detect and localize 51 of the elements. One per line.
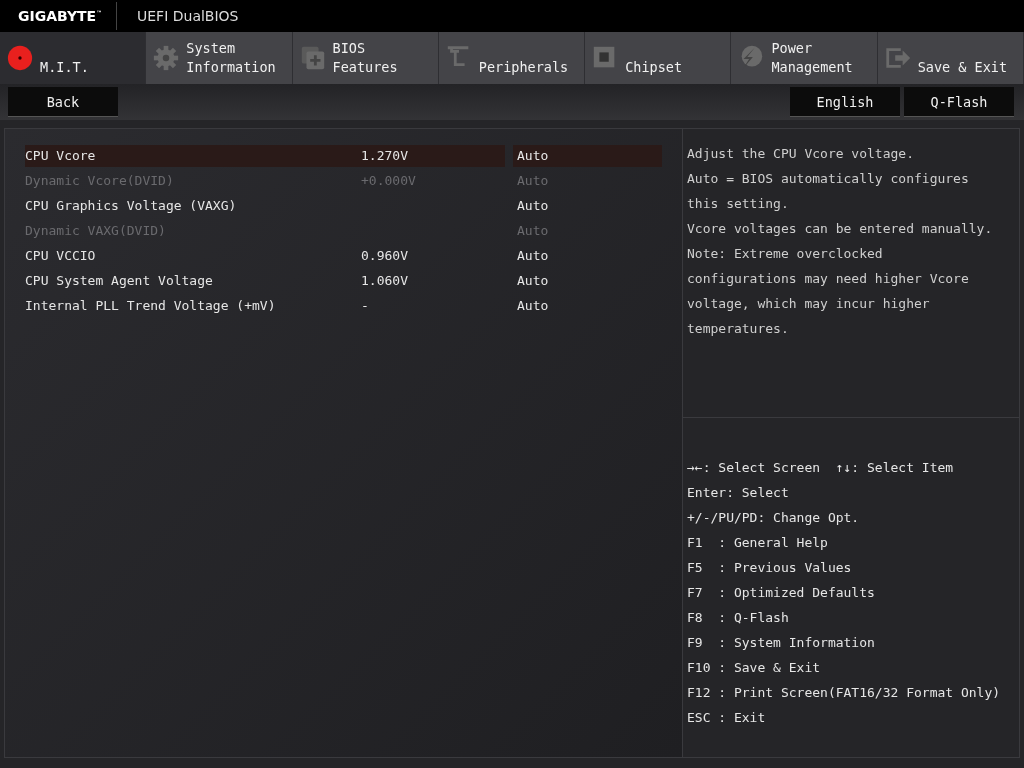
menu-tab[interactable]: Chipset bbox=[585, 32, 732, 84]
bios-title: UEFI DualBIOS bbox=[137, 8, 239, 24]
gear-icon bbox=[152, 44, 181, 72]
setting-name: Dynamic VAXG(DVID) bbox=[25, 223, 167, 238]
language-button[interactable]: English bbox=[790, 87, 900, 117]
option-field[interactable]: Auto bbox=[513, 269, 662, 292]
help-text: Vcore voltages can be entered manually. bbox=[687, 220, 994, 238]
key-hint: +/-/PU/PD: Change Opt. bbox=[687, 509, 861, 527]
key-hint: →←: Select Screen ↑↓: Select Item bbox=[687, 459, 955, 477]
key-hint: Enter: Select bbox=[687, 484, 790, 502]
setting-value: 1.270V bbox=[361, 148, 409, 163]
menu-tab[interactable]: Peripherals bbox=[438, 32, 586, 84]
menu-tab[interactable]: Power Management bbox=[731, 32, 878, 84]
menu-tab[interactable]: M.I.T. bbox=[0, 32, 147, 84]
menu-tab[interactable]: Save & Exit bbox=[877, 32, 1024, 84]
setting-value: +0.000V bbox=[361, 173, 417, 188]
key-hint: F8 : Q-Flash bbox=[687, 609, 790, 627]
setting-name: Dynamic Vcore(DVID) bbox=[25, 173, 175, 188]
setting-row[interactable]: CPU System Agent Voltage 1.060V bbox=[25, 269, 505, 292]
setting-name: Internal PLL Trend Voltage (+mV) bbox=[25, 298, 277, 313]
menu-tab[interactable]: BIOS Features bbox=[292, 32, 439, 84]
back-button[interactable]: Back bbox=[8, 87, 118, 117]
option-field[interactable]: Auto bbox=[513, 294, 662, 317]
key-hint: F9 : System Information bbox=[687, 634, 876, 652]
help-text: Note: Extreme overclocked configurations may need higher Vcore voltage, which may incur higher temperatures. bbox=[687, 245, 970, 338]
option-field[interactable]: Auto bbox=[513, 244, 662, 267]
key-hint: F7 : Optimized Defaults bbox=[687, 584, 876, 602]
setting-name: CPU System Agent Voltage bbox=[25, 273, 214, 288]
setting-value: - bbox=[361, 298, 370, 313]
brand-logo: GIGABYTE$^{™}$ bbox=[18, 8, 104, 24]
key-hint: ESC : Exit bbox=[687, 709, 767, 727]
key-hint: F5 : Previous Values bbox=[687, 559, 853, 577]
setting-name: CPU Graphics Voltage (VAXG) bbox=[25, 198, 238, 213]
setting-name: CPU Vcore bbox=[25, 148, 97, 163]
help-text: Auto = BIOS automatically configures this setting. bbox=[687, 170, 970, 213]
setting-value: 1.060V bbox=[361, 273, 409, 288]
setting-row[interactable]: Internal PLL Trend Voltage (+mV) - bbox=[25, 294, 505, 317]
setting-row[interactable]: CPU VCCIO 0.960V bbox=[25, 244, 505, 267]
key-hint: F10 : Save & Exit bbox=[687, 659, 822, 677]
help-text: Adjust the CPU Vcore voltage. bbox=[687, 145, 915, 163]
setting-value: 0.960V bbox=[361, 248, 409, 263]
key-hint: F12 : Print Screen(FAT16/32 Format Only) bbox=[687, 684, 1002, 702]
key-hint: F1 : General Help bbox=[687, 534, 829, 552]
setting-row[interactable]: CPU Vcore 1.270V bbox=[25, 144, 505, 167]
menu-tab[interactable]: System Information bbox=[146, 32, 293, 84]
option-field[interactable]: Auto bbox=[513, 194, 662, 217]
setting-row[interactable]: CPU Graphics Voltage (VAXG) bbox=[25, 194, 505, 217]
setting-name: CPU VCCIO bbox=[25, 248, 97, 263]
qflash-button[interactable]: Q-Flash bbox=[904, 87, 1014, 117]
gauge-icon bbox=[6, 44, 34, 72]
option-field[interactable]: Auto bbox=[513, 144, 662, 167]
